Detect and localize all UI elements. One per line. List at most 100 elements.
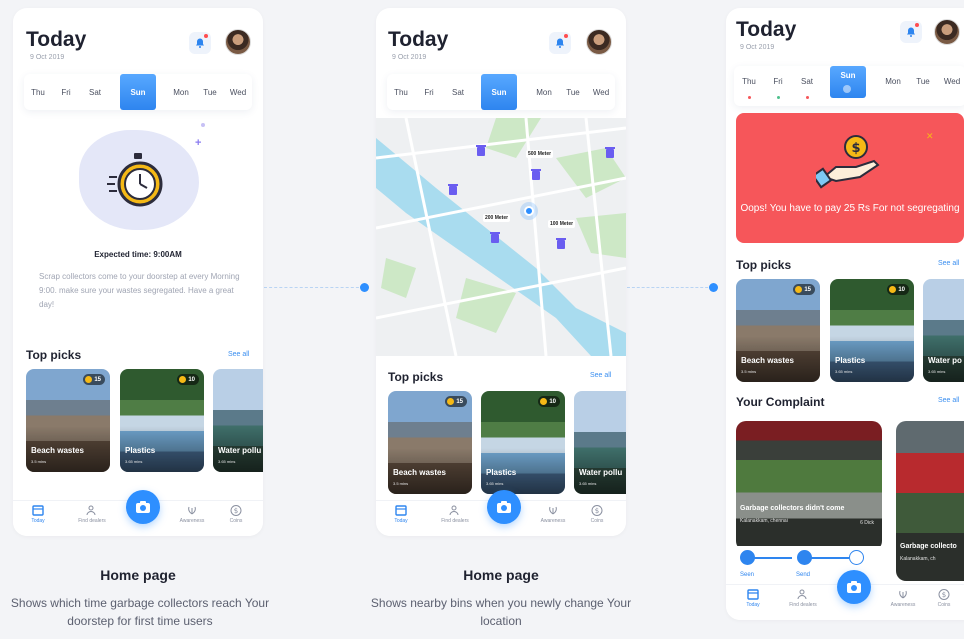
nav-awareness[interactable]: Awareness (881, 589, 925, 608)
day-mon[interactable]: Mon (166, 74, 196, 110)
avatar[interactable] (586, 29, 612, 55)
day-indicator-dot (777, 96, 780, 99)
day-mon[interactable]: Mon (878, 66, 908, 96)
pick-card-water[interactable]: Water pollu 3.65 mins (574, 391, 626, 494)
nav-today[interactable]: Today (731, 589, 775, 608)
svg-text:$: $ (234, 507, 238, 515)
avatar[interactable] (225, 29, 251, 55)
card-label: Water pollu (218, 446, 262, 455)
day-sun-selected[interactable]: Sun (830, 66, 866, 98)
camera-button[interactable] (487, 490, 521, 524)
notification-button[interactable] (189, 32, 211, 54)
notification-button[interactable] (549, 32, 571, 54)
card-label: Plastics (486, 468, 517, 477)
hands-icon (188, 506, 196, 515)
day-mon[interactable]: Mon (529, 74, 559, 110)
complaint-card[interactable]: Garbage collectors didn't come Kalanakka… (736, 421, 882, 551)
pick-card-beach[interactable]: 15 Beach wastes 3.5 mins (736, 279, 820, 382)
nearby-bins-map[interactable]: 500 Meter 200 Meter 100 Meter (376, 118, 626, 356)
see-all-link[interactable]: See all (228, 351, 249, 358)
nav-today[interactable]: Today (16, 505, 60, 524)
day-tue[interactable]: Tue (196, 74, 224, 110)
complaint-title: Garbage collectors didn't come (740, 505, 845, 512)
day-sun-selected[interactable]: Sun (120, 74, 156, 110)
coin-count: 10 (898, 286, 905, 293)
nav-awareness[interactable]: Awareness (531, 505, 575, 524)
card-meta: 3.65 mins (486, 481, 504, 486)
notification-button[interactable] (900, 21, 922, 43)
nav-today[interactable]: Today (379, 505, 423, 524)
coin-badge: 10 (887, 284, 909, 295)
nav-find-dealers-label: Find dealers (789, 602, 817, 608)
card-label: Beach wastes (31, 446, 84, 455)
complaint-title: Garbage collecto (900, 543, 957, 550)
distance-label: 100 Meter (548, 220, 576, 228)
day-tue[interactable]: Tue (559, 74, 587, 110)
see-all-link[interactable]: See all (938, 260, 959, 267)
avatar[interactable] (934, 19, 960, 45)
day-sun-selected[interactable]: Sun (481, 74, 517, 110)
complaint-see-all-link[interactable]: See all (938, 397, 959, 404)
card-meta: 3.65 mins (579, 481, 597, 486)
nav-coins-label: Coins (229, 518, 243, 524)
day-thu[interactable]: Thu (734, 66, 764, 96)
coin-icon (447, 398, 455, 405)
pick-card-plastics[interactable]: 10 Plastics 3.65 mins (830, 279, 914, 382)
svg-text:$: $ (942, 591, 946, 599)
map-streets (376, 118, 626, 356)
day-thu[interactable]: Thu (24, 74, 52, 110)
complaint-card[interactable]: Garbage collecto Kalanakkam, ch (896, 421, 964, 581)
day-indicator-dot (806, 96, 809, 99)
pick-card-beach[interactable]: 15 Beach wastes 3.5 mins (26, 369, 110, 472)
day-sat[interactable]: Sat (792, 66, 822, 96)
day-wed[interactable]: Wed (587, 74, 615, 110)
pick-card-water[interactable]: Water po 3.65 mins (923, 279, 964, 382)
nav-coins[interactable]: $ Coins (575, 505, 619, 524)
pick-card-plastics[interactable]: 10 Plastics 3.65 mins (481, 391, 565, 494)
pick-card-beach[interactable]: 15 Beach wastes 3.5 mins (388, 391, 472, 494)
day-selector: Thu Fri Sat Sun Mon Tue Wed (387, 74, 615, 110)
nav-coins[interactable]: $ Coins (214, 505, 258, 524)
penalty-alert-card[interactable]: $ ✕ Oops! You have to pay 25 Rs For not … (736, 113, 964, 243)
day-wed[interactable]: Wed (224, 74, 252, 110)
distance-label: 200 Meter (483, 214, 511, 222)
pick-card-water[interactable]: Water pollu 3.65 mins (213, 369, 263, 472)
card-label: Water pollu (579, 468, 623, 477)
day-thu[interactable]: Thu (387, 74, 415, 110)
coin-badge: 10 (538, 396, 560, 407)
pick-card-plastics[interactable]: 10 Plastics 3.65 mins (120, 369, 204, 472)
day-fri[interactable]: Fri (764, 66, 792, 96)
day-wed[interactable]: Wed (938, 66, 964, 96)
day-sat[interactable]: Sat (80, 74, 110, 110)
svg-text:$: $ (851, 141, 860, 156)
nav-awareness[interactable]: Awareness (170, 505, 214, 524)
dollar-coin-icon: $ (230, 505, 242, 516)
day-fri[interactable]: Fri (52, 74, 80, 110)
nav-coins-label: Coins (590, 518, 604, 524)
day-tue[interactable]: Tue (908, 66, 938, 96)
card-label: Plastics (835, 356, 866, 365)
camera-button[interactable] (126, 490, 160, 524)
stopwatch-icon (107, 153, 163, 207)
home-screen-first-time: Today 9 Oct 2019 Thu Fri Sat Sun Mon Tue… (13, 8, 263, 536)
day-sat[interactable]: Sat (443, 74, 473, 110)
nav-today-label: Today (746, 602, 760, 608)
flow-connector-dot-1 (360, 283, 369, 292)
coin-badge: 15 (83, 374, 105, 385)
page-date: 9 Oct 2019 (30, 54, 65, 61)
nav-coins[interactable]: $ Coins (922, 589, 964, 608)
nav-find-dealers[interactable]: Find dealers (70, 505, 114, 524)
notification-dot (915, 23, 919, 27)
nav-find-dealers[interactable]: Find dealers (433, 505, 477, 524)
complaint-place: Kalanakkam, ch (900, 556, 936, 562)
card-label: Plastics (125, 446, 156, 455)
card-meta: 3.5 mins (393, 481, 409, 486)
nav-coins-label: Coins (937, 602, 951, 608)
day-fri[interactable]: Fri (415, 74, 443, 110)
see-all-link[interactable]: See all (590, 372, 611, 379)
page-title: Today (736, 18, 797, 41)
bin-icon (448, 184, 458, 195)
nav-find-dealers[interactable]: Find dealers (781, 589, 825, 608)
progress-line (811, 557, 849, 559)
camera-button[interactable] (837, 570, 871, 604)
